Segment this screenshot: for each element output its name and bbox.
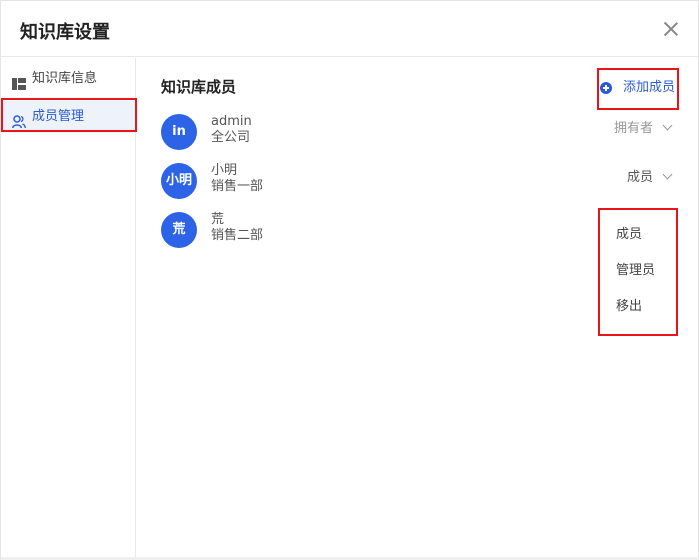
sidebar-item-kb-info[interactable]: 知识库信息 (1, 63, 135, 95)
members-section-title: 知识库成员 (161, 78, 237, 96)
menu-item-remove[interactable]: 移出 (616, 299, 642, 315)
member-name: 荒 (211, 212, 225, 227)
sidebar-item-label: 知识库信息 (32, 71, 98, 86)
role-label: 拥有者 (614, 121, 654, 136)
member-dept: 销售二部 (211, 228, 264, 243)
role-dropdown-menu: 成员 管理员 移出 (598, 208, 678, 336)
settings-sidebar: 知识库信息 成员管理 (1, 58, 136, 560)
member-dept: 全公司 (211, 130, 251, 145)
member-row: 小明 小明 销售一部 成员 (161, 163, 681, 203)
menu-item-admin[interactable]: 管理员 (616, 263, 655, 279)
menu-item-member[interactable]: 成员 (616, 227, 642, 243)
avatar: in (161, 114, 197, 150)
chevron-down-icon (662, 120, 673, 131)
member-name: 小明 (211, 163, 238, 178)
member-dept: 销售一部 (211, 179, 264, 194)
chevron-down-icon (662, 169, 673, 180)
member-row: in admin 全公司 拥有者 (161, 114, 681, 154)
role-select[interactable]: 成员 (627, 169, 673, 186)
highlight-box-sidebar (1, 98, 137, 132)
avatar: 小明 (161, 163, 197, 199)
member-name: admin (211, 114, 252, 129)
avatar: 荒 (161, 212, 197, 248)
layout-icon (12, 72, 26, 90)
highlight-box-add-member (597, 68, 679, 110)
role-label: 成员 (627, 170, 654, 185)
dialog-title: 知识库设置 (20, 22, 110, 43)
close-icon[interactable] (662, 20, 680, 38)
dialog-header: 知识库设置 (1, 1, 698, 57)
role-select-owner: 拥有者 (614, 120, 673, 137)
settings-dialog: 知识库设置 知识库信息 成员管理 知识库成员 添加成员 in admin 全公司… (0, 0, 699, 560)
